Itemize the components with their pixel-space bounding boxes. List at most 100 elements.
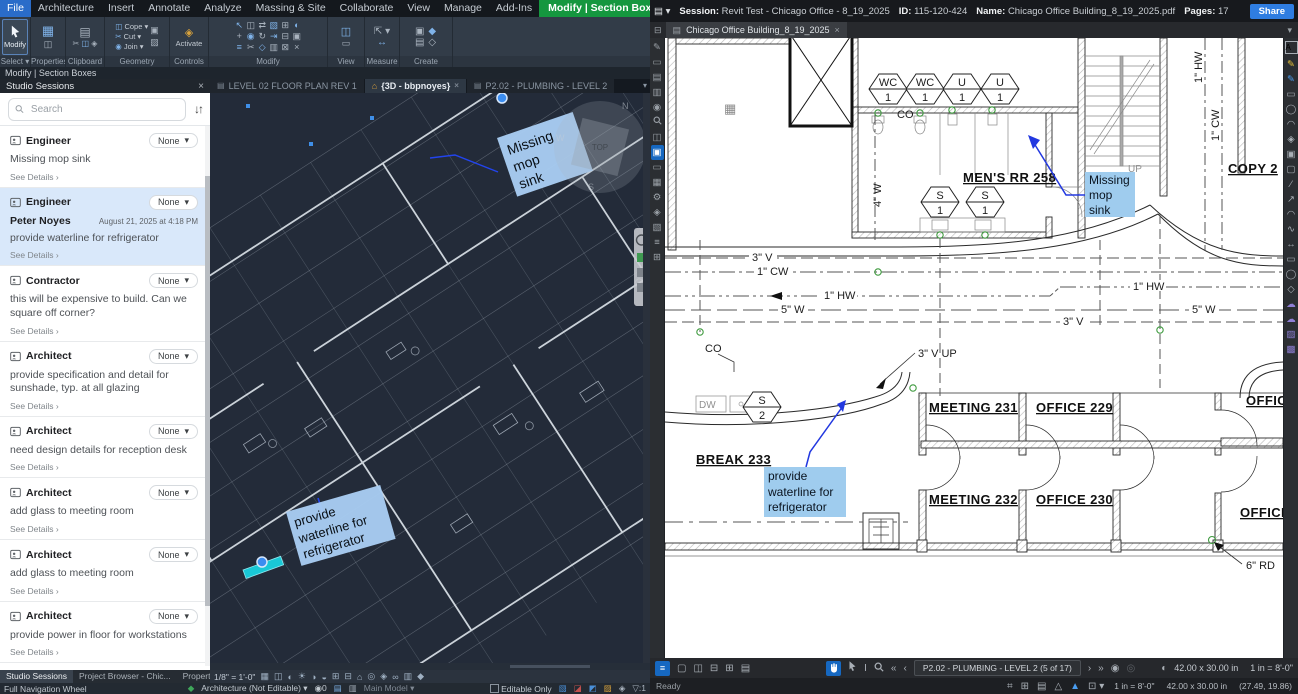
cloud-plus-tool-icon[interactable]: ☁ <box>1285 312 1298 327</box>
status-dropdown[interactable]: None▾ <box>149 195 198 210</box>
shadows-icon[interactable]: ◑ <box>311 672 316 682</box>
note-tool-icon[interactable]: ▭ <box>1285 87 1298 102</box>
tab-project-browser[interactable]: Project Browser - Chic... <box>73 670 177 683</box>
stamp-tool-icon[interactable]: ◈ <box>1285 132 1298 147</box>
tab-massing-site[interactable]: Massing & Site <box>249 0 333 17</box>
scale-icon[interactable]: ▦ <box>260 671 269 682</box>
arrow-tool-icon[interactable]: ↗ <box>1285 192 1298 207</box>
line-tool-icon[interactable]: ∕ <box>1285 177 1298 192</box>
search-input[interactable] <box>29 103 179 116</box>
next-page-icon[interactable]: › <box>1088 663 1091 674</box>
editing-requests-icon[interactable]: ◉0 <box>315 683 327 694</box>
render-icon[interactable]: ◒ <box>321 672 326 682</box>
view-tab-p202[interactable]: ▤P2.02 - PLUMBING - LEVEL 2 <box>467 79 614 93</box>
cloud-tool-icon[interactable]: ☁ <box>1285 297 1298 312</box>
see-details-link[interactable]: See Details › <box>10 401 198 411</box>
thumbnails-icon[interactable]: ◫ <box>651 130 664 145</box>
search-box[interactable] <box>8 98 186 121</box>
compare-icon[interactable]: ▤ <box>741 663 750 674</box>
signatures-icon[interactable]: ◉ <box>651 100 664 115</box>
wall-geometry-icon[interactable]: ▣ <box>150 25 159 36</box>
tab-architecture[interactable]: Architecture <box>31 0 101 17</box>
ellipse-tool-icon[interactable]: ◯ <box>1285 267 1298 282</box>
status-dropdown[interactable]: None▾ <box>149 273 198 288</box>
reuse-tool-icon[interactable]: ▲ <box>1070 681 1080 692</box>
bookmarks-icon[interactable]: ▥ <box>651 85 664 100</box>
rectangle-tool-icon[interactable]: ▭ <box>1285 252 1298 267</box>
comment-card[interactable]: Engineer None▾ Missing mop sink See Deta… <box>0 126 210 187</box>
tab-analyze[interactable]: Analyze <box>197 0 248 17</box>
single-page-icon[interactable]: ▢ <box>677 663 686 674</box>
markups-list-toggle-active[interactable]: ≡ <box>655 661 670 676</box>
properties-icon[interactable]: ▦ <box>42 23 54 39</box>
paste-icon[interactable]: ▤ <box>79 25 90 39</box>
comment-card[interactable]: Architect None▾ provide specification an… <box>0 341 210 416</box>
spaces-icon[interactable]: ▤ <box>651 70 664 85</box>
comment-card-selected[interactable]: Engineer None▾ Peter Noyes August 21, 20… <box>0 187 210 266</box>
comment-card[interactable]: Architect None▾ provide power in floor f… <box>0 601 210 663</box>
polygon-tool-icon[interactable]: ◇ <box>1285 282 1298 297</box>
comment-pin[interactable] <box>257 557 267 567</box>
side-by-side-icon[interactable]: ◫ <box>693 663 702 674</box>
previous-page-icon[interactable]: ‹ <box>903 663 906 674</box>
sun-path-icon[interactable]: ☀ <box>298 671 306 682</box>
tab-view[interactable]: View <box>400 0 437 17</box>
type-properties-icon[interactable]: ◫ <box>44 39 53 50</box>
visual-style-icon[interactable]: ◐ <box>287 672 292 682</box>
text-box-tool-icon[interactable]: A <box>1285 41 1298 54</box>
share-button[interactable]: Share <box>1250 4 1294 19</box>
tab-annotate[interactable]: Annotate <box>141 0 197 17</box>
status-dropdown[interactable]: None▾ <box>149 424 198 439</box>
unlocked-view-icon[interactable]: ◎ <box>367 671 375 682</box>
snapshot-tool-icon[interactable]: ▢ <box>1285 162 1298 177</box>
worksets-dialog-icon[interactable]: ▤ <box>334 683 342 694</box>
modify-button[interactable]: Modify <box>2 19 28 55</box>
see-details-link[interactable]: See Details › <box>10 172 198 182</box>
cut-button[interactable]: ✂ Cut ▾ <box>115 32 148 41</box>
document-tab[interactable]: ▤ Chicago Office Building_8_19_2025 × <box>666 22 847 38</box>
properties-icon[interactable]: ▭ <box>651 160 664 175</box>
view-tab-level02[interactable]: ▤LEVEL 02 FLOOR PLAN REV 1 <box>210 79 364 93</box>
highlighter-tool-icon[interactable]: ✎ <box>1285 57 1298 72</box>
join-button[interactable]: ◉ Join ▾ <box>115 42 148 51</box>
grid-icon[interactable]: ⌗ <box>1007 681 1013 692</box>
panel-label-select[interactable]: Select ▾ <box>0 56 30 67</box>
hatch-tool-icon[interactable]: ▨ <box>1285 327 1298 342</box>
comment-pin[interactable] <box>497 93 507 103</box>
measurements-icon[interactable]: ⊞ <box>651 250 664 265</box>
pdf-canvas[interactable]: UP <box>665 38 1283 658</box>
filter-icon[interactable]: ▽:1 <box>632 683 646 694</box>
see-details-link[interactable]: See Details › <box>10 326 198 336</box>
editable-only-checkbox[interactable]: Editable Only <box>490 684 552 694</box>
see-details-link[interactable]: See Details › <box>10 524 198 534</box>
status-scale[interactable]: 1 in = 8'-0" <box>1114 681 1154 691</box>
status-dropdown[interactable]: None▾ <box>149 133 198 148</box>
document-snap-icon[interactable]: ▤ <box>1037 681 1046 692</box>
constraints-icon[interactable]: ◆ <box>417 671 424 682</box>
close-icon[interactable]: × <box>835 25 840 35</box>
chevron-down-icon[interactable]: ▾ <box>643 79 650 93</box>
tab-manage[interactable]: Manage <box>437 0 489 17</box>
comment-card[interactable]: Contractor None▾ this will be expensive … <box>0 265 210 340</box>
tab-insert[interactable]: Insert <box>101 0 141 17</box>
flags-icon[interactable]: ▭ <box>651 55 664 70</box>
next-view-icon[interactable]: ◎ <box>1126 663 1135 674</box>
dark-mode-icon[interactable]: ◐ <box>1161 663 1167 674</box>
home-icon[interactable]: ⌂ <box>357 672 362 682</box>
split-view-icon[interactable]: ⊟ <box>710 663 718 674</box>
revit-3d-viewport[interactable]: Missing mop sink provide waterline for r… <box>210 93 650 670</box>
comment-card[interactable]: Architect None▾ add glass to meeting roo… <box>0 477 210 539</box>
tab-collaborate[interactable]: Collaborate <box>333 0 401 17</box>
activate-icon[interactable]: ◈ <box>185 26 193 39</box>
comment-card[interactable]: Architect None▾ remove content See Detai… <box>0 662 210 670</box>
tool-chest-icon[interactable]: ▦ <box>651 175 664 190</box>
analytical-icon[interactable]: ▥ <box>404 671 413 682</box>
text-select-icon[interactable]: I <box>864 663 867 674</box>
clipboard-small-icons[interactable]: ✂ ◫ ◈ <box>73 39 98 48</box>
see-details-link[interactable]: See Details › <box>10 586 198 596</box>
image-tool-icon[interactable]: ▣ <box>1285 147 1298 162</box>
file-menu-icon[interactable]: ▤ ▾ <box>654 6 670 17</box>
vertical-scrollbar[interactable] <box>643 93 650 663</box>
select-by-face-icon[interactable]: ▨ <box>604 683 612 694</box>
page-selector[interactable]: P2.02 - PLUMBING - LEVEL 2 (5 of 17) <box>914 660 1081 676</box>
